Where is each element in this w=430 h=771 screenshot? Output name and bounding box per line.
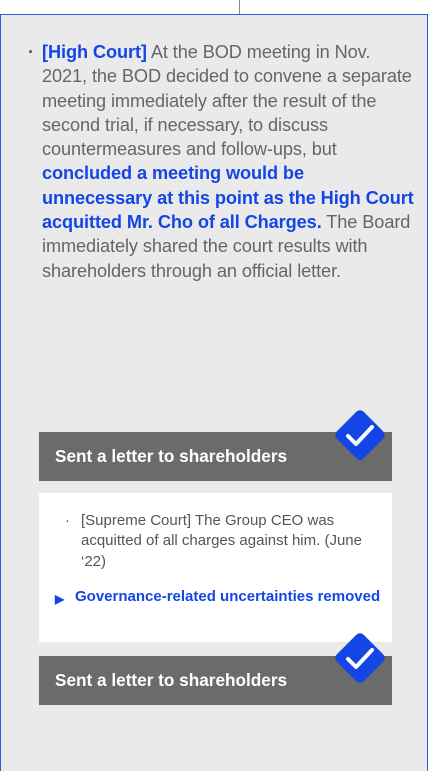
- outcome-text: Governance-related uncertainties removed: [75, 588, 381, 605]
- high-court-paragraph: · [High Court] At the BOD meeting in Nov…: [28, 40, 418, 283]
- supreme-court-text: [Supreme Court] The Group CEO was acquit…: [81, 512, 362, 570]
- sent-letter-label-1: Sent a letter to shareholders: [55, 446, 288, 466]
- bullet: ·: [65, 512, 70, 529]
- connector-line: [239, 0, 240, 14]
- high-court-tag: [High Court]: [42, 42, 147, 62]
- supreme-court-text-block: · [Supreme Court] The Group CEO was acqu…: [65, 511, 381, 572]
- sent-letter-label-2: Sent a letter to shareholders: [55, 670, 288, 690]
- check-badge-icon: [335, 633, 385, 683]
- bullet: ·: [28, 42, 34, 62]
- outcome-line: ▶ Governance-related uncertainties remov…: [55, 587, 385, 607]
- supreme-court-card: · [Supreme Court] The Group CEO was acqu…: [39, 493, 392, 642]
- arrow-right-icon: ▶: [55, 592, 65, 606]
- check-badge-icon: [335, 410, 385, 460]
